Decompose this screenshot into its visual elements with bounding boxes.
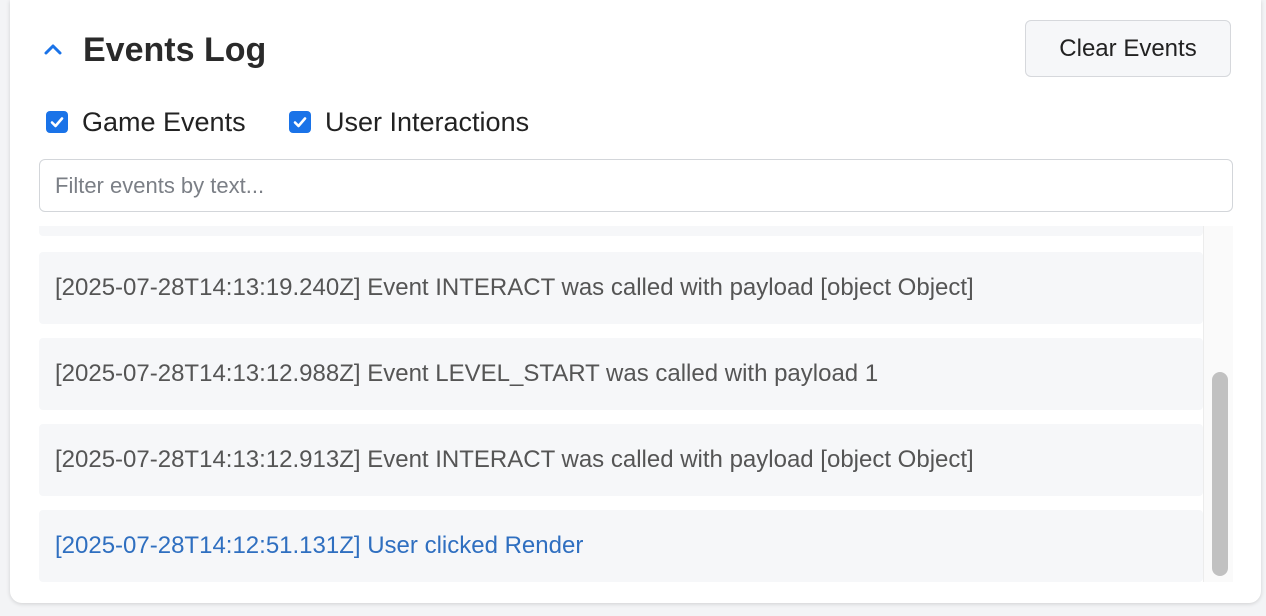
event-item-user: [2025-07-28T14:12:51.131Z] User clicked … — [39, 510, 1203, 582]
events-list-container: [2025-07-28T14:13:19.240Z] Event INTERAC… — [39, 226, 1233, 582]
panel-header: Events Log Clear Events — [10, 0, 1261, 100]
game-events-checkbox[interactable]: Game Events — [46, 107, 246, 137]
checkmark-icon[interactable] — [46, 111, 68, 133]
chevron-up-icon[interactable] — [42, 38, 64, 60]
checkmark-icon[interactable] — [289, 111, 311, 133]
user-interactions-label: User Interactions — [325, 106, 530, 137]
user-interactions-checkbox[interactable]: User Interactions — [289, 107, 529, 137]
event-item: [2025-07-28T14:13:19.240Z] Event INTERAC… — [39, 252, 1203, 324]
event-item: [2025-07-28T14:13:12.913Z] Event INTERAC… — [39, 424, 1203, 496]
scrollbar-thumb[interactable] — [1212, 372, 1228, 576]
filter-events-input[interactable] — [39, 159, 1233, 212]
events-log-panel: Events Log Clear Events Game Events User… — [10, 0, 1261, 603]
event-item — [39, 226, 1203, 236]
scrollbar-track[interactable] — [1203, 226, 1233, 582]
clear-events-button[interactable]: Clear Events — [1025, 20, 1231, 77]
panel-title: Events Log — [83, 31, 267, 69]
game-events-label: Game Events — [82, 106, 246, 137]
event-item: [2025-07-28T14:13:12.988Z] Event LEVEL_S… — [39, 338, 1203, 410]
